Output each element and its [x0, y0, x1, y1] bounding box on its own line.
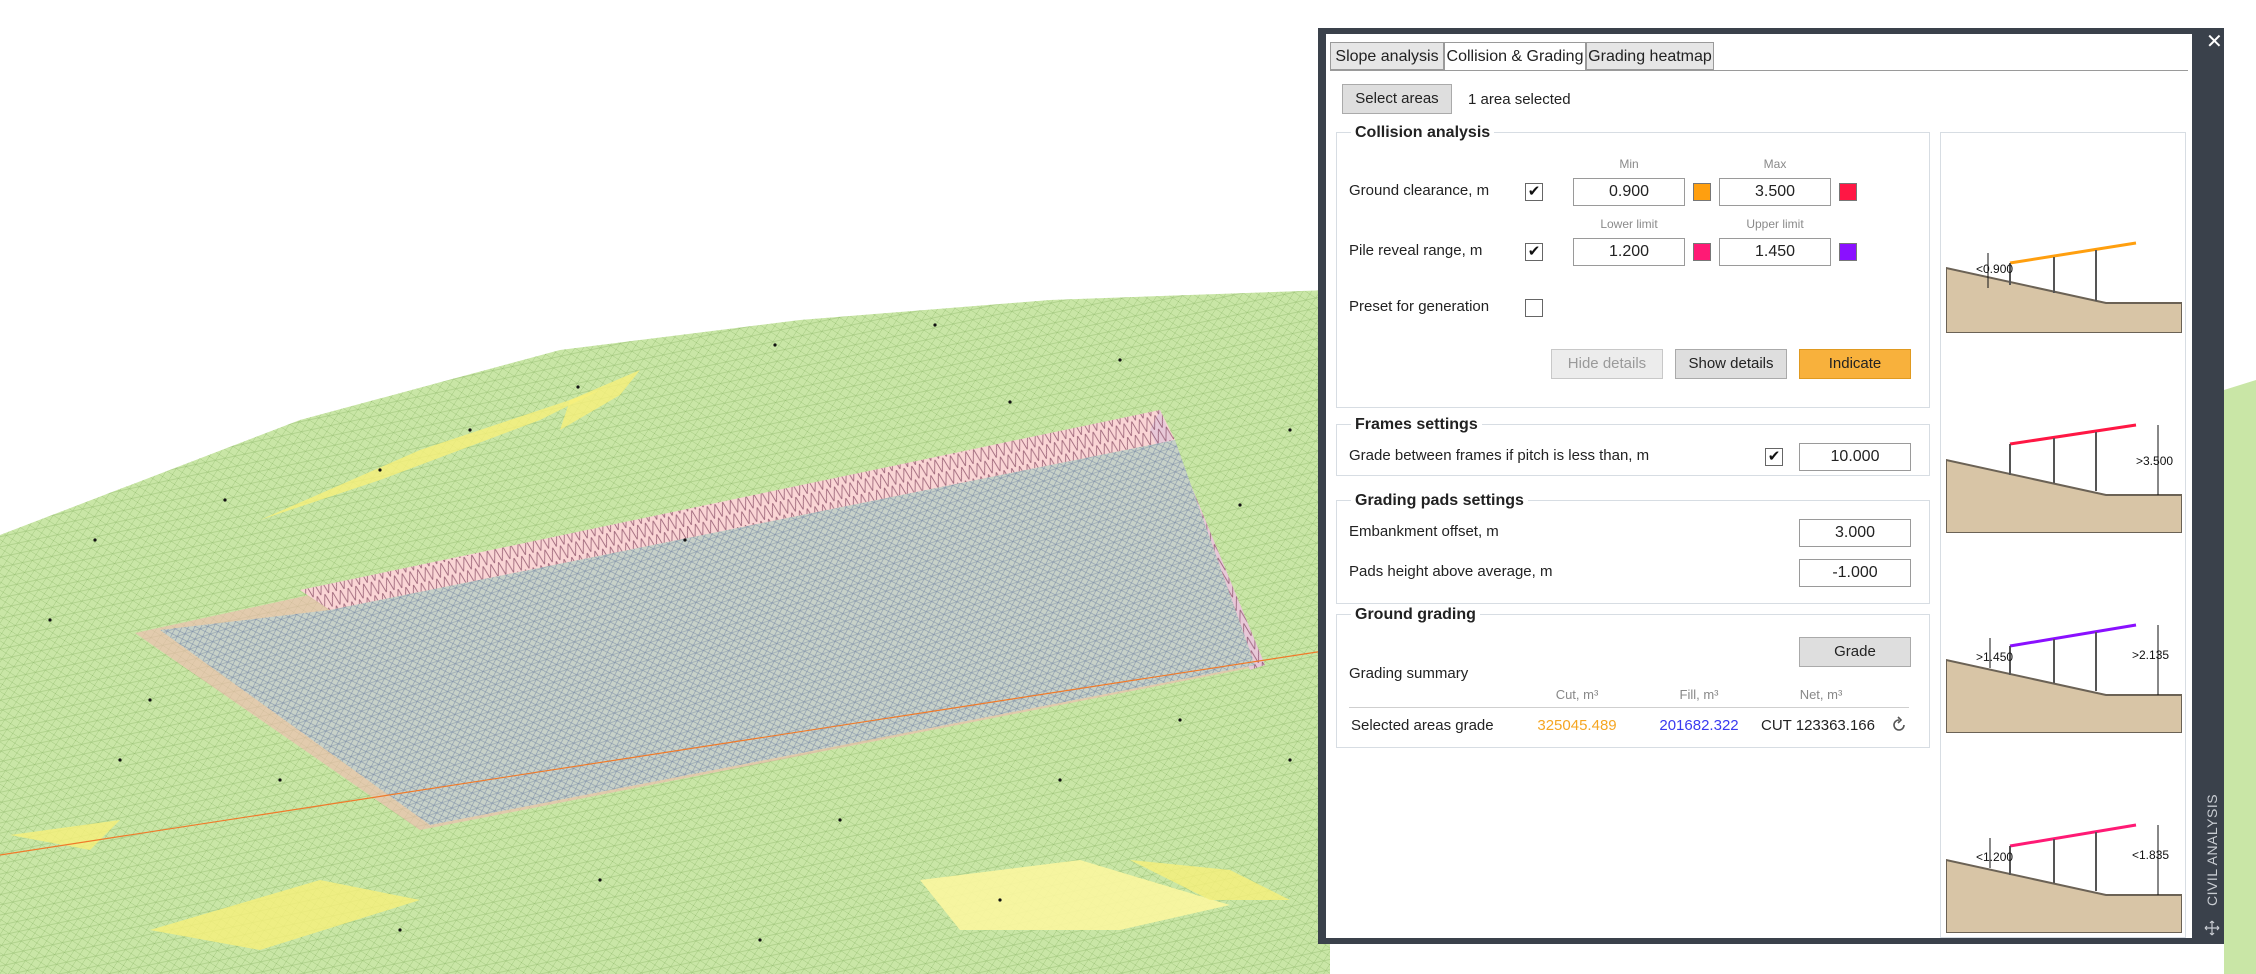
tab-collision-grading[interactable]: Collision & Grading [1444, 42, 1586, 71]
frames-settings-group: Frames settings Grade between frames if … [1336, 416, 1930, 476]
close-icon[interactable]: ✕ [2206, 32, 2223, 52]
preset-checkbox[interactable] [1525, 299, 1543, 317]
pads-height-input[interactable]: -1.000 [1799, 559, 1911, 587]
tab-slope-analysis[interactable]: Slope analysis [1330, 42, 1444, 70]
ground-clearance-max-illustration: >3.500 [1946, 423, 2182, 533]
ground-clearance-min-illustration: <0.900 [1946, 241, 2182, 333]
ground-grading-group: Ground grading Grade Grading summary Cut… [1336, 606, 1930, 748]
refresh-icon[interactable] [1890, 716, 1908, 734]
side-tab-label[interactable]: CIVIL ANALYSIS [2204, 794, 2220, 906]
panel-content: Slope analysis Collision & Grading Gradi… [1326, 34, 2192, 938]
collision-analysis-group: Collision analysis Min Max Ground cleara… [1336, 124, 1930, 408]
min-color-swatch[interactable] [1693, 183, 1711, 201]
ground-grading-title: Ground grading [1351, 606, 1480, 624]
pile-reveal-lower-input[interactable]: 1.200 [1573, 238, 1685, 266]
tab-grading-heatmap[interactable]: Grading heatmap [1586, 42, 1714, 70]
illustration-column: <0.900 >3.500 >1.450 >2.135 <1.200 <1.83… [1940, 132, 2186, 938]
summary-divider [1349, 707, 1909, 708]
lower-limit-header: Lower limit [1600, 217, 1658, 231]
pile-reveal-lower-illustration: <1.200 <1.835 [1946, 823, 2182, 933]
grade-between-frames-checkbox[interactable]: ✔ [1765, 448, 1783, 466]
pile-reveal-upper-illustration: >1.450 >2.135 [1946, 623, 2182, 733]
tab-divider [1330, 70, 2188, 71]
collision-analysis-title: Collision analysis [1351, 124, 1495, 142]
grade-between-frames-label: Grade between frames if pitch is less th… [1349, 447, 1650, 464]
fill-column-header: Fill, m³ [1679, 687, 1719, 702]
cut-column-header: Cut, m³ [1555, 687, 1599, 702]
preset-label: Preset for generation [1349, 298, 1490, 315]
max-color-swatch[interactable] [1839, 183, 1857, 201]
net-column-header: Net, m³ [1799, 687, 1843, 702]
ground-clearance-label: Ground clearance, m [1349, 182, 1490, 199]
illus-label: >3.500 [2136, 454, 2173, 468]
embankment-offset-input[interactable]: 3.000 [1799, 519, 1911, 547]
grading-pads-title: Grading pads settings [1351, 492, 1528, 510]
pitch-threshold-input[interactable]: 10.000 [1799, 443, 1911, 471]
embankment-offset-label: Embankment offset, m [1349, 523, 1499, 540]
pile-reveal-label: Pile reveal range, m [1349, 242, 1483, 259]
selection-status: 1 area selected [1468, 91, 1571, 108]
net-value: CUT 123363.166 [1761, 717, 1875, 734]
illus-label-right: <1.835 [2132, 848, 2169, 862]
illus-label-right: >2.135 [2132, 648, 2169, 662]
ground-clearance-max-input[interactable]: 3.500 [1719, 178, 1831, 206]
illus-label-left: <1.200 [1976, 850, 2013, 864]
lower-color-swatch[interactable] [1693, 243, 1711, 261]
fill-value: 201682.322 [1659, 717, 1739, 734]
upper-color-swatch[interactable] [1839, 243, 1857, 261]
min-header: Min [1619, 157, 1639, 171]
ground-clearance-min-input[interactable]: 0.900 [1573, 178, 1685, 206]
frames-settings-title: Frames settings [1351, 416, 1482, 434]
illus-label-left: >1.450 [1976, 650, 2013, 664]
indicate-button[interactable]: Indicate [1799, 349, 1911, 379]
grading-pads-group: Grading pads settings Embankment offset,… [1336, 492, 1930, 604]
hide-details-button[interactable]: Hide details [1551, 349, 1663, 379]
civil-analysis-panel: Slope analysis Collision & Grading Gradi… [1318, 28, 2224, 944]
max-header: Max [1763, 157, 1787, 171]
ground-clearance-checkbox[interactable]: ✔ [1525, 183, 1543, 201]
summary-row-label: Selected areas grade [1351, 717, 1494, 734]
select-areas-button[interactable]: Select areas [1342, 84, 1452, 114]
pile-reveal-upper-input[interactable]: 1.450 [1719, 238, 1831, 266]
pile-reveal-checkbox[interactable]: ✔ [1525, 243, 1543, 261]
illus-label: <0.900 [1976, 262, 2013, 276]
grading-summary-label: Grading summary [1349, 665, 1469, 682]
pads-height-label: Pads height above average, m [1349, 563, 1553, 580]
resize-grip-icon[interactable] [2204, 920, 2220, 936]
show-details-button[interactable]: Show details [1675, 349, 1787, 379]
grade-button[interactable]: Grade [1799, 637, 1911, 667]
cut-value: 325045.489 [1537, 717, 1617, 734]
upper-limit-header: Upper limit [1746, 217, 1804, 231]
